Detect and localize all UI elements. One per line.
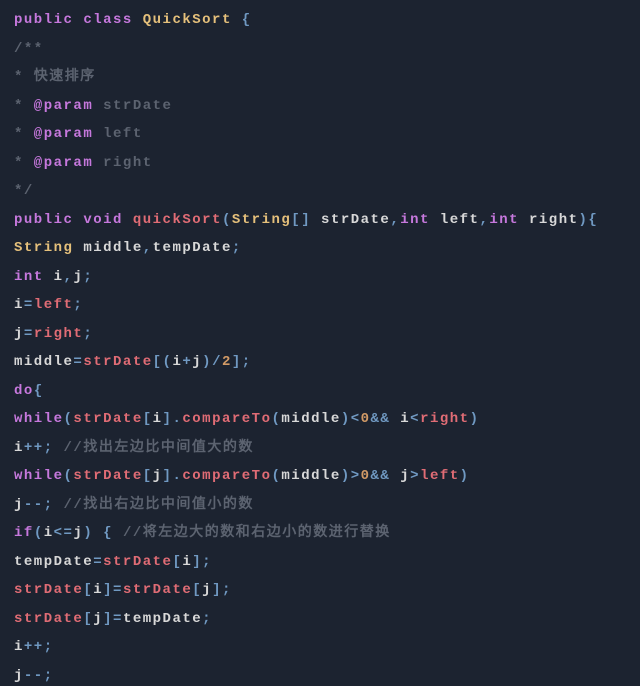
code-line: * @param left bbox=[14, 126, 143, 142]
code-line: i=left; bbox=[14, 297, 83, 313]
code-line: strDate[i]=strDate[j]; bbox=[14, 582, 232, 598]
code-line: i++; bbox=[14, 639, 54, 655]
code-line: j--; bbox=[14, 668, 54, 684]
code-line: while(strDate[i].compareTo(middle)<0&& i… bbox=[14, 411, 479, 427]
code-line: * @param strDate bbox=[14, 98, 172, 114]
code-line: * 快速排序 bbox=[14, 69, 96, 85]
code-line: * @param right bbox=[14, 155, 153, 171]
code-line: public void quickSort(String[] strDate,i… bbox=[14, 212, 598, 228]
code-line: /** bbox=[14, 41, 44, 57]
code-line: strDate[j]=tempDate; bbox=[14, 611, 212, 627]
code-editor[interactable]: public class QuickSort { /** * 快速排序 * @p… bbox=[0, 0, 640, 686]
code-line: while(strDate[j].compareTo(middle)>0&& j… bbox=[14, 468, 470, 484]
code-line: public class QuickSort { bbox=[14, 12, 252, 28]
code-line: i++; //找出左边比中间值大的数 bbox=[14, 440, 254, 456]
code-line: j--; //找出右边比中间值小的数 bbox=[14, 497, 254, 513]
code-line: tempDate=strDate[i]; bbox=[14, 554, 212, 570]
code-line: int i,j; bbox=[14, 269, 93, 285]
code-line: if(i<=j) { //将左边大的数和右边小的数进行替换 bbox=[14, 525, 391, 541]
code-line: */ bbox=[14, 183, 34, 199]
code-line: do{ bbox=[14, 383, 44, 399]
code-line: String middle,tempDate; bbox=[14, 240, 242, 256]
code-line: j=right; bbox=[14, 326, 93, 342]
code-line: middle=strDate[(i+j)/2]; bbox=[14, 354, 252, 370]
